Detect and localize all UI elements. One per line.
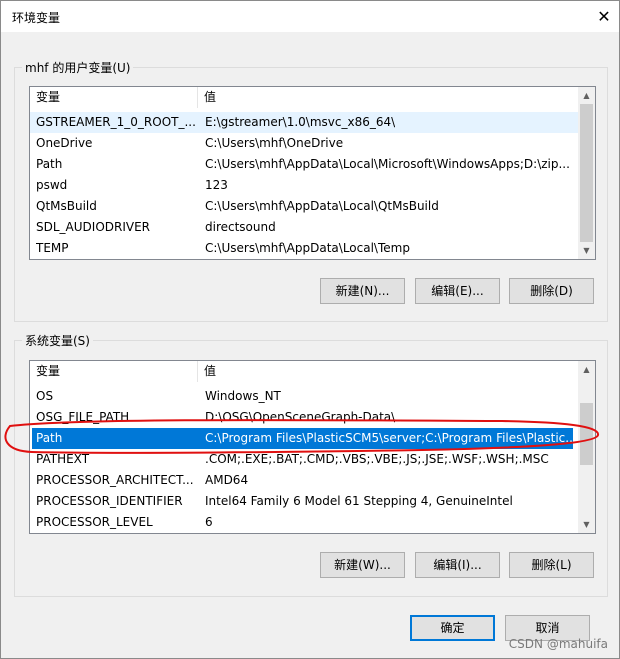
system-new-button[interactable]: 新建(W)... [320,552,405,578]
variable-value: 123 [205,178,228,192]
variable-name: GSTREAMER_1_0_ROOT_... [36,115,196,129]
variable-value: C:\Users\mhf\AppData\Local\Microsoft\Win… [205,157,570,171]
variable-value: D:\OSG\OpenSceneGraph-Data\ [205,410,396,424]
variable-value: 6 [205,515,213,529]
table-row[interactable]: PROCESSOR_LEVEL 6 [30,512,595,533]
variable-value: Intel64 Family 6 Model 61 Stepping 4, Ge… [205,494,513,508]
variable-value: C:\Users\mhf\AppData\Local\Temp [205,241,410,255]
table-row[interactable]: PATHEXT .COM;.EXE;.BAT;.CMD;.VBS;.VBE;.J… [30,449,595,470]
variable-name: OneDrive [36,136,93,150]
system-edit-button[interactable]: 编辑(I)... [415,552,500,578]
scroll-down-icon[interactable]: ▼ [578,242,595,259]
table-row-selected[interactable]: Path C:\Program Files\PlasticSCM5\server… [32,428,577,449]
table-row[interactable]: PROCESSOR_IDENTIFIER Intel64 Family 6 Mo… [30,491,595,512]
title-bar: 环境变量 ✕ [1,1,619,32]
table-row[interactable]: GSTREAMER_1_0_ROOT_... E:\gstreamer\1.0\… [30,112,595,133]
user-variables-list[interactable]: 变量 值 GSTREAMER_1_0_ROOT_... E:\gstreamer… [29,86,596,260]
user-delete-button[interactable]: 删除(D) [509,278,594,304]
list-header: 变量 值 [30,87,595,108]
variable-name: pswd [36,178,68,192]
table-row[interactable]: PROCESSOR_ARCHITECT... AMD64 [30,470,595,491]
variable-value: C:\Users\mhf\AppData\Local\QtMsBuild [205,199,439,213]
column-header-value[interactable]: 值 [198,87,578,108]
variable-name: OS [36,389,54,403]
variable-name: TEMP [36,241,69,255]
table-row[interactable]: OSG_FILE_PATH D:\OSG\OpenSceneGraph-Data… [30,407,595,428]
column-header-value[interactable]: 值 [198,361,578,382]
variable-value: AMD64 [205,473,249,487]
table-row[interactable]: SDL_AUDIODRIVER directsound [30,217,595,238]
user-new-button[interactable]: 新建(N)... [320,278,405,304]
variable-value: .COM;.EXE;.BAT;.CMD;.VBS;.VBE;.JS;.JSE;.… [205,452,549,466]
dialog-title: 环境变量 [12,11,61,25]
variable-value: directsound [205,220,276,234]
scroll-down-icon[interactable]: ▼ [578,516,595,533]
variable-name: QtMsBuild [36,199,97,213]
watermark-text: CSDN @mahuifa [508,637,608,651]
variable-name: OSG_FILE_PATH [36,410,130,424]
list-header: 变量 值 [30,361,595,382]
column-header-variable[interactable]: 变量 [30,87,198,108]
scroll-thumb[interactable] [580,403,593,465]
table-row[interactable]: TEMP C:\Users\mhf\AppData\Local\Temp [30,238,595,259]
variable-name: PATHEXT [36,452,90,466]
environment-variables-dialog: 环境变量 ✕ mhf 的用户变量(U) 变量 值 GSTREAMER_1_0_R… [0,0,620,659]
scroll-up-icon[interactable]: ▲ [578,361,595,378]
table-row[interactable]: Path C:\Users\mhf\AppData\Local\Microsof… [30,154,595,175]
table-row[interactable]: OneDrive C:\Users\mhf\OneDrive [30,133,595,154]
system-delete-button[interactable]: 删除(L) [509,552,594,578]
scroll-thumb[interactable] [580,104,593,242]
variable-value: C:\Users\mhf\OneDrive [205,136,344,150]
table-row[interactable]: pswd 123 [30,175,595,196]
table-row[interactable]: QtMsBuild C:\Users\mhf\AppData\Local\QtM… [30,196,595,217]
variable-name: PROCESSOR_IDENTIFIER [36,494,183,508]
close-icon[interactable]: ✕ [590,5,618,29]
system-variables-label: 系统变量(S) [22,332,93,349]
variable-name: PROCESSOR_ARCHITECT... [36,473,194,487]
table-row[interactable]: OS Windows_NT [30,386,595,407]
variable-name: Path [36,157,63,171]
variable-name: PROCESSOR_LEVEL [36,515,153,529]
vertical-scrollbar[interactable]: ▲ ▼ [578,361,595,533]
system-variables-list[interactable]: 变量 值 OS Windows_NT OSG_FILE_PATH D:\OSG\… [29,360,596,534]
column-header-variable[interactable]: 变量 [30,361,198,382]
vertical-scrollbar[interactable]: ▲ ▼ [578,87,595,259]
scroll-up-icon[interactable]: ▲ [578,87,595,104]
ok-button[interactable]: 确定 [410,615,495,641]
variable-name: Path [36,431,63,445]
variable-value: C:\Program Files\PlasticSCM5\server;C:\P… [205,431,577,445]
user-variables-label: mhf 的用户变量(U) [22,59,134,76]
variable-name: SDL_AUDIODRIVER [36,220,151,234]
variable-value: Windows_NT [205,389,281,403]
user-edit-button[interactable]: 编辑(E)... [415,278,500,304]
variable-value: E:\gstreamer\1.0\msvc_x86_64\ [205,115,396,129]
